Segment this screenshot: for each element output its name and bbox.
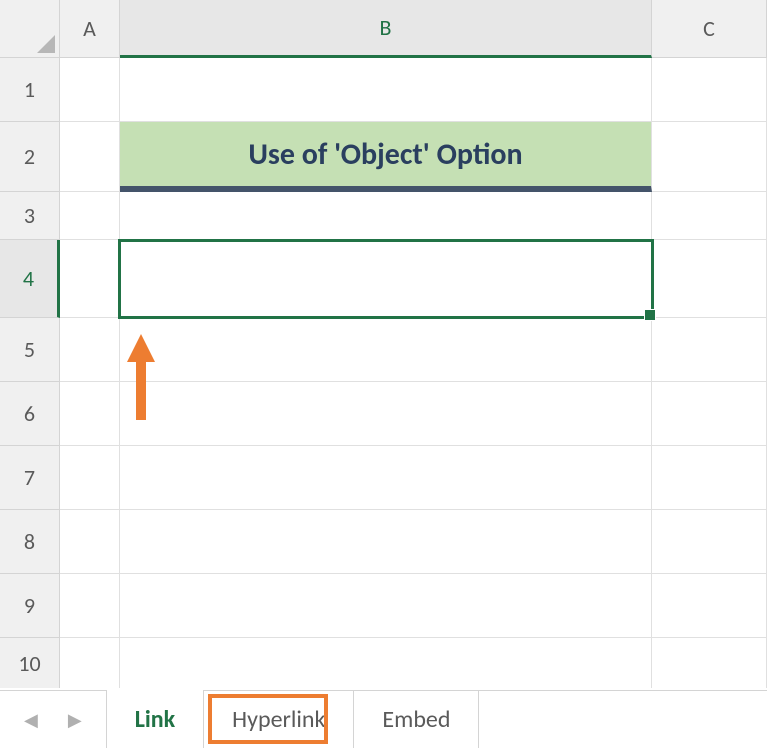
select-all-corner[interactable] [0, 0, 60, 58]
col-header-b[interactable]: B [120, 0, 652, 58]
cell-a5[interactable] [60, 318, 120, 382]
sheet-tab-bar: ◀ ▶ Link Hyperlink Embed [0, 690, 767, 748]
cell-a7[interactable] [60, 446, 120, 510]
cell-a3[interactable] [60, 192, 120, 240]
cell-c1[interactable] [652, 58, 767, 122]
cell-c9[interactable] [652, 574, 767, 638]
cell-a1[interactable] [60, 58, 120, 122]
row-header-9[interactable]: 9 [0, 574, 60, 638]
tab-nav-prev-icon[interactable]: ◀ [24, 709, 38, 731]
cell-b10[interactable] [120, 638, 652, 688]
cell-b9[interactable] [120, 574, 652, 638]
sheet-tab-hyperlink[interactable]: Hyperlink [204, 691, 354, 748]
row-header-10[interactable]: 10 [0, 638, 60, 688]
row-header-8[interactable]: 8 [0, 510, 60, 574]
cell-b7[interactable] [120, 446, 652, 510]
cell-b2[interactable]: Use of 'Object' Option [120, 122, 652, 192]
row-header-5[interactable]: 5 [0, 318, 60, 382]
tab-nav-next-icon[interactable]: ▶ [68, 709, 82, 731]
cell-c4[interactable] [652, 240, 767, 318]
cell-a4[interactable] [60, 240, 120, 318]
cell-b8[interactable] [120, 510, 652, 574]
cell-c2[interactable] [652, 122, 767, 192]
sheet-tab-link[interactable]: Link [106, 691, 204, 748]
cell-b3[interactable] [120, 192, 652, 240]
row-header-7[interactable]: 7 [0, 446, 60, 510]
cell-a9[interactable] [60, 574, 120, 638]
cell-a2[interactable] [60, 122, 120, 192]
row-header-3[interactable]: 3 [0, 192, 60, 240]
cell-b4[interactable] [120, 240, 652, 318]
col-header-a[interactable]: A [60, 0, 120, 58]
row-header-1[interactable]: 1 [0, 58, 60, 122]
col-header-c[interactable]: C [652, 0, 767, 58]
cell-c8[interactable] [652, 510, 767, 574]
cell-c10[interactable] [652, 638, 767, 688]
cell-b1[interactable] [120, 58, 652, 122]
cell-c7[interactable] [652, 446, 767, 510]
cell-a6[interactable] [60, 382, 120, 446]
sheet-tab-embed[interactable]: Embed [354, 691, 479, 748]
cell-c5[interactable] [652, 318, 767, 382]
cell-b5[interactable] [120, 318, 652, 382]
cell-c3[interactable] [652, 192, 767, 240]
row-header-2[interactable]: 2 [0, 122, 60, 192]
cell-c6[interactable] [652, 382, 767, 446]
cell-a8[interactable] [60, 510, 120, 574]
row-header-6[interactable]: 6 [0, 382, 60, 446]
cell-b6[interactable] [120, 382, 652, 446]
row-header-4[interactable]: 4 [0, 240, 60, 318]
cell-a10[interactable] [60, 638, 120, 688]
